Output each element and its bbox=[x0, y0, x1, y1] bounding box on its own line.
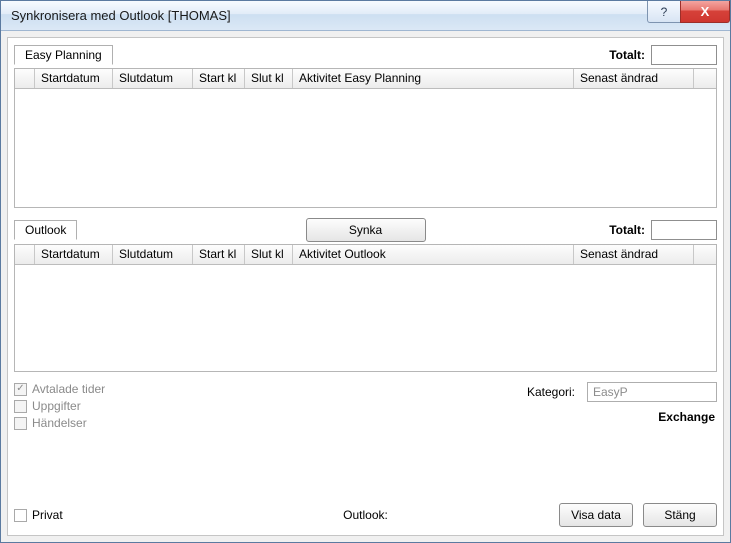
footer-row: Privat Outlook: Visa data Stäng bbox=[14, 501, 717, 529]
ep-col-tail[interactable] bbox=[694, 69, 716, 88]
privat-label: Privat bbox=[32, 508, 63, 522]
ol-totalt-value bbox=[651, 220, 717, 240]
ol-col-selector[interactable] bbox=[15, 245, 35, 264]
ep-col-slutkl[interactable]: Slut kl bbox=[245, 69, 293, 88]
ep-totalt-value bbox=[651, 45, 717, 65]
ol-grid-body[interactable] bbox=[15, 265, 716, 371]
checkbox-icon bbox=[14, 509, 27, 522]
titlebar[interactable]: Synkronisera med Outlook [THOMAS] ? X bbox=[1, 1, 730, 31]
mid-row: Outlook Synka Totalt: bbox=[14, 218, 717, 242]
exchange-label: Exchange bbox=[658, 410, 715, 424]
ol-col-aktivitet[interactable]: Aktivitet Outlook bbox=[293, 245, 574, 264]
footer-buttons: Visa data Stäng bbox=[559, 503, 717, 527]
ol-tab[interactable]: Outlook bbox=[14, 220, 77, 240]
help-button[interactable]: ? bbox=[647, 1, 681, 23]
ep-col-startkl[interactable]: Start kl bbox=[193, 69, 245, 88]
bottom-area: ✓ Avtalade tider Uppgifter Händelser Kat… bbox=[14, 382, 717, 529]
titlebar-controls: ? X bbox=[648, 1, 730, 23]
ol-col-startkl[interactable]: Start kl bbox=[193, 245, 245, 264]
ep-col-slutdatum[interactable]: Slutdatum bbox=[113, 69, 193, 88]
check-handelser[interactable]: Händelser bbox=[14, 416, 105, 430]
synka-button[interactable]: Synka bbox=[306, 218, 426, 242]
help-icon: ? bbox=[661, 5, 668, 19]
ol-col-startdatum[interactable]: Startdatum bbox=[35, 245, 113, 264]
client-area: Easy Planning Totalt: Startdatum Slutdat… bbox=[7, 37, 724, 536]
window-title: Synkronisera med Outlook [THOMAS] bbox=[11, 8, 231, 23]
ol-grid-header: Startdatum Slutdatum Start kl Slut kl Ak… bbox=[15, 245, 716, 265]
outlook-status-label: Outlook: bbox=[343, 508, 388, 522]
close-button[interactable]: X bbox=[680, 1, 730, 23]
ep-section-header: Easy Planning Totalt: bbox=[14, 44, 717, 66]
ep-grid[interactable]: Startdatum Slutdatum Start kl Slut kl Ak… bbox=[14, 68, 717, 208]
check-privat[interactable]: Privat bbox=[14, 508, 63, 522]
check-uppgifter[interactable]: Uppgifter bbox=[14, 399, 105, 413]
ep-tab[interactable]: Easy Planning bbox=[14, 45, 113, 65]
stang-button[interactable]: Stäng bbox=[643, 503, 717, 527]
ol-col-senast[interactable]: Senast ändrad bbox=[574, 245, 694, 264]
bottom-row1: ✓ Avtalade tider Uppgifter Händelser Kat… bbox=[14, 382, 717, 430]
ep-totalt-label: Totalt: bbox=[609, 48, 645, 62]
window: Synkronisera med Outlook [THOMAS] ? X Ea… bbox=[0, 0, 731, 543]
ol-totalt-label: Totalt: bbox=[609, 223, 645, 237]
check-avtalade-label: Avtalade tider bbox=[32, 382, 105, 396]
kategori-area: Kategori: bbox=[527, 382, 717, 402]
ol-col-slutdatum[interactable]: Slutdatum bbox=[113, 245, 193, 264]
ep-grid-body[interactable] bbox=[15, 89, 716, 207]
checks-group: ✓ Avtalade tider Uppgifter Händelser bbox=[14, 382, 105, 430]
checkbox-icon bbox=[14, 400, 27, 413]
check-avtalade[interactable]: ✓ Avtalade tider bbox=[14, 382, 105, 396]
checkbox-icon bbox=[14, 417, 27, 430]
checkbox-icon: ✓ bbox=[14, 383, 27, 396]
check-uppgifter-label: Uppgifter bbox=[32, 399, 81, 413]
ol-col-tail[interactable] bbox=[694, 245, 716, 264]
ol-grid[interactable]: Startdatum Slutdatum Start kl Slut kl Ak… bbox=[14, 244, 717, 372]
check-handelser-label: Händelser bbox=[32, 416, 87, 430]
kategori-input[interactable] bbox=[587, 382, 717, 402]
ol-col-slutkl[interactable]: Slut kl bbox=[245, 245, 293, 264]
kategori-label: Kategori: bbox=[527, 385, 575, 399]
visa-data-button[interactable]: Visa data bbox=[559, 503, 633, 527]
ep-col-aktivitet[interactable]: Aktivitet Easy Planning bbox=[293, 69, 574, 88]
ep-grid-header: Startdatum Slutdatum Start kl Slut kl Ak… bbox=[15, 69, 716, 89]
ep-col-senast[interactable]: Senast ändrad bbox=[574, 69, 694, 88]
close-icon: X bbox=[701, 4, 710, 19]
ep-col-startdatum[interactable]: Startdatum bbox=[35, 69, 113, 88]
ep-col-selector[interactable] bbox=[15, 69, 35, 88]
